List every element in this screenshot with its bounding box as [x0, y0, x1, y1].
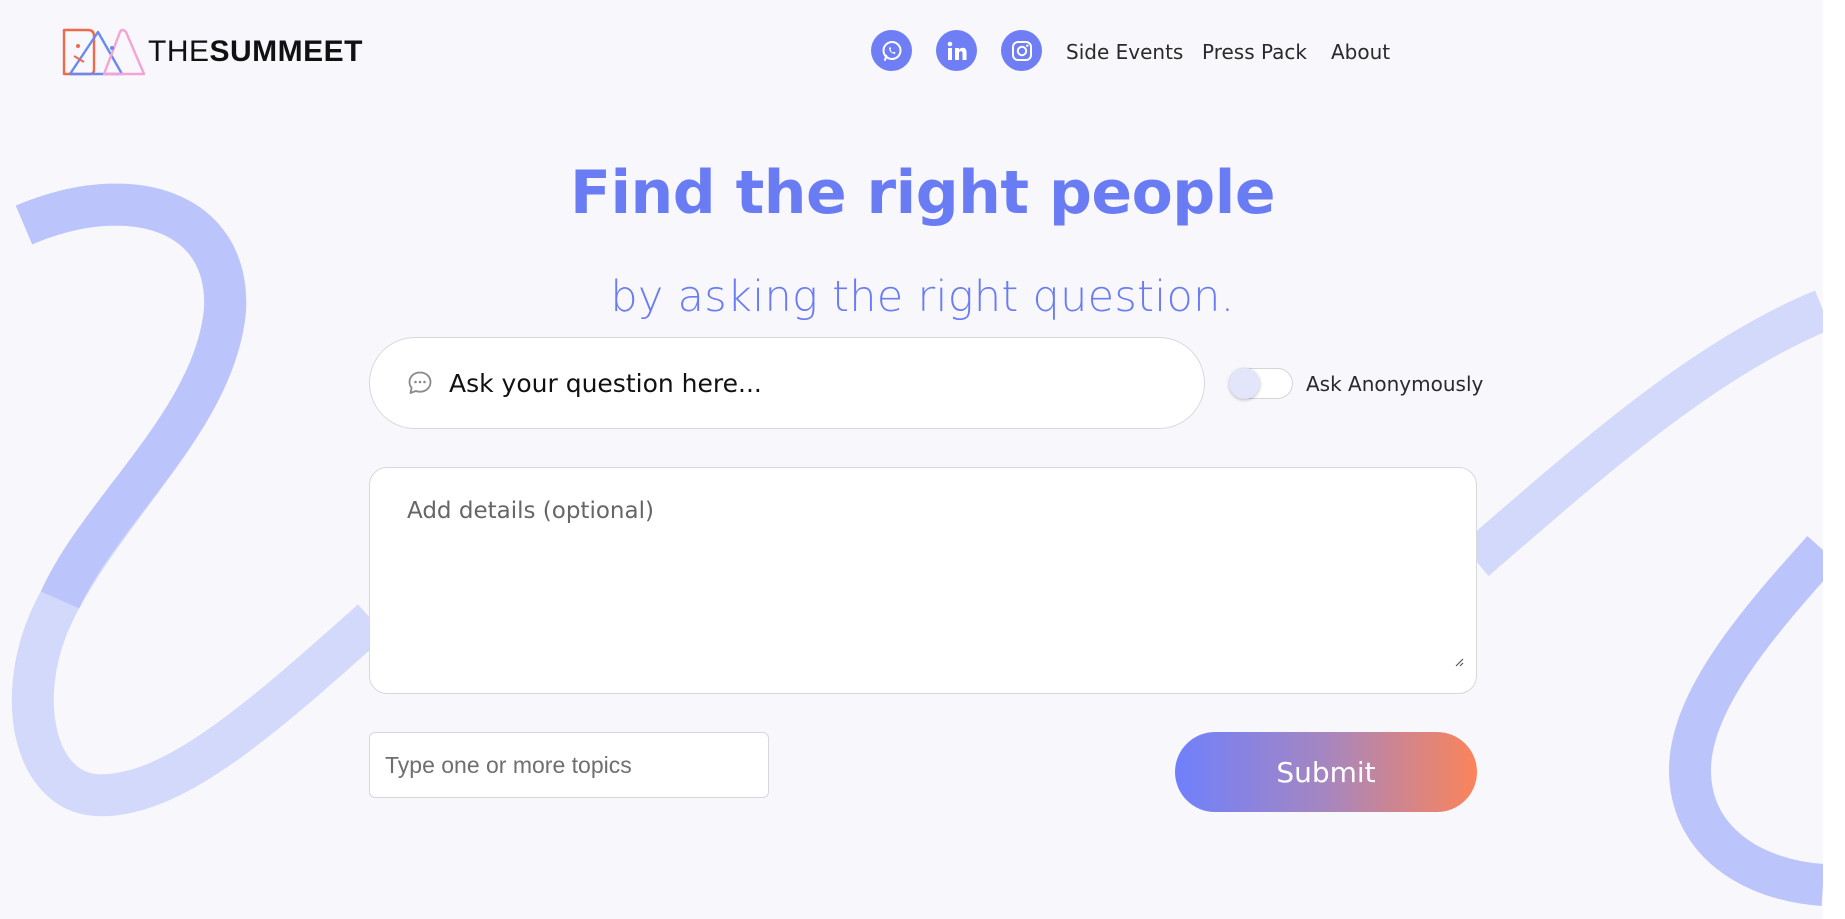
instagram-icon	[1011, 40, 1032, 61]
linkedin-button[interactable]	[936, 30, 977, 71]
whatsapp-button[interactable]	[871, 30, 912, 71]
nav-about[interactable]: About	[1331, 40, 1390, 64]
brand-name-light: THE	[148, 35, 210, 68]
hero-subtitle: by asking the right question.	[610, 272, 1235, 322]
nav-side-events[interactable]: Side Events	[1066, 40, 1183, 64]
linkedin-icon	[947, 41, 966, 60]
background-wave-decoration	[11, 183, 1839, 906]
brand-logo[interactable]: THESUMMEET	[60, 26, 363, 78]
toggle-knob	[1229, 368, 1260, 399]
submit-button[interactable]: Submit	[1175, 732, 1477, 812]
summeet-birds-logo-icon	[62, 28, 146, 76]
brand-name-bold: SUMMEET	[209, 35, 363, 68]
details-field-container	[369, 467, 1477, 694]
whatsapp-icon	[882, 40, 901, 61]
question-field-container[interactable]	[369, 337, 1205, 429]
nav-press-pack[interactable]: Press Pack	[1202, 40, 1307, 64]
site-header: THESUMMEET Side Events Press Pack About	[0, 0, 1845, 105]
anonymous-toggle[interactable]	[1229, 368, 1293, 399]
page-edge-strip	[1823, 0, 1845, 919]
topics-field-container	[369, 732, 769, 798]
chat-bubble-icon	[408, 371, 432, 394]
brand-name: THESUMMEET	[148, 35, 363, 69]
topics-input[interactable]	[385, 751, 755, 779]
instagram-button[interactable]	[1001, 30, 1042, 71]
details-textarea[interactable]	[370, 468, 1476, 693]
anonymous-label: Ask Anonymously	[1306, 372, 1484, 396]
question-input[interactable]	[449, 368, 1149, 398]
resize-handle-icon[interactable]	[1454, 657, 1464, 667]
hero-title: Find the right people	[569, 158, 1276, 228]
